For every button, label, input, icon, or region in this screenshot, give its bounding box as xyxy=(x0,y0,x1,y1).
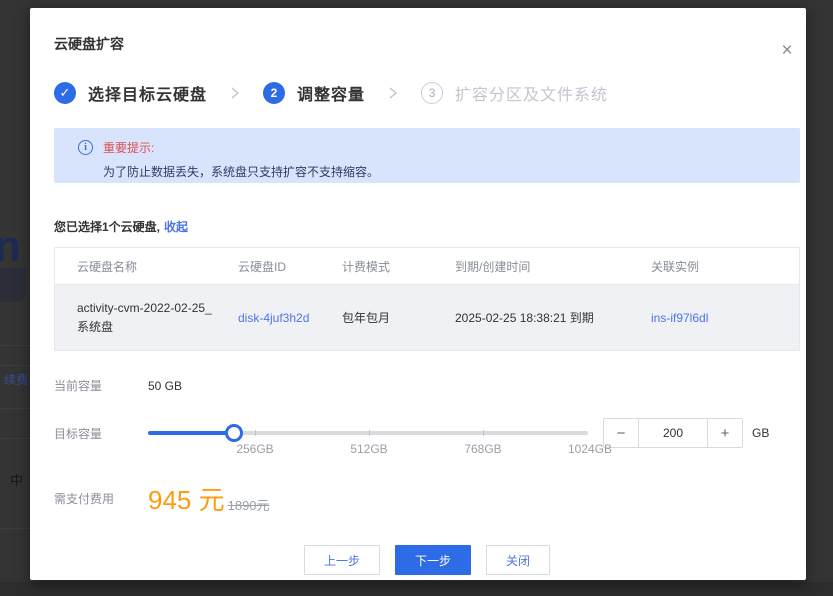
dialog-title: 云硬盘扩容 xyxy=(54,34,800,54)
billing-mode-cell: 包年包月 xyxy=(342,309,455,326)
payment-amount: 945 元 xyxy=(148,480,225,517)
current-capacity-label: 当前容量 xyxy=(54,377,148,394)
close-icon[interactable]: × xyxy=(776,40,798,62)
column-header-disk-id: 云硬盘ID xyxy=(238,258,342,275)
step-label: 调整容量 xyxy=(297,81,365,105)
payment-original-price: 1890元 xyxy=(228,495,270,517)
slider-notch xyxy=(369,430,370,436)
column-header-instance: 关联实例 xyxy=(651,258,799,275)
disk-id-cell: disk-4juf3h2d xyxy=(238,311,342,325)
step-label: 选择目标云硬盘 xyxy=(88,81,207,105)
target-capacity-row: 目标容量 256GB 512GB 768GB 1024GB − + GB xyxy=(54,418,800,448)
prev-step-button[interactable]: 上一步 xyxy=(304,545,380,575)
disk-expand-dialog: 云硬盘扩容 × ✓ 选择目标云硬盘 2 调整容量 3 扩容分区及文件系统 i 重… xyxy=(30,8,806,580)
dialog-footer: 上一步 下一步 关闭 xyxy=(54,545,800,575)
background-divider xyxy=(0,345,30,346)
background-card-fragment xyxy=(0,268,26,302)
info-icon: i xyxy=(78,140,93,155)
background-divider xyxy=(0,408,30,409)
slider-notch xyxy=(255,430,256,436)
current-capacity-value: 50 GB xyxy=(148,379,182,393)
instance-link[interactable]: ins-if97l6dl xyxy=(651,311,708,325)
notice-body: 为了防止数据丢失，系统盘只支持扩容不支持缩容。 xyxy=(103,163,379,180)
current-capacity-row: 当前容量 50 GB xyxy=(54,377,800,394)
step-number-badge: 3 xyxy=(421,82,443,104)
capacity-slider[interactable]: 256GB 512GB 768GB 1024GB xyxy=(148,418,588,448)
step-select-target-disk[interactable]: ✓ 选择目标云硬盘 xyxy=(54,81,207,105)
background-renew-link-fragment: 续费 xyxy=(4,371,30,388)
increase-button[interactable]: + xyxy=(708,419,742,447)
capacity-stepper: − + xyxy=(603,418,743,448)
table-row[interactable]: activity-cvm-2022-02-25_系统盘 disk-4juf3h2… xyxy=(55,284,799,350)
collapse-link[interactable]: 收起 xyxy=(164,220,188,234)
target-capacity-label: 目标容量 xyxy=(54,425,148,442)
slider-fill xyxy=(148,431,234,435)
selection-summary: 您已选择1个云硬盘, 收起 xyxy=(54,218,800,235)
step-label: 扩容分区及文件系统 xyxy=(455,81,608,105)
chevron-right-icon xyxy=(231,87,239,99)
disk-id-link[interactable]: disk-4juf3h2d xyxy=(238,311,309,325)
step-number-badge: 2 xyxy=(263,82,285,104)
background-divider xyxy=(0,365,30,366)
table-header-row: 云硬盘名称 云硬盘ID 计费模式 到期/创建时间 关联实例 xyxy=(55,248,799,284)
notice-title: 重要提示: xyxy=(103,139,379,156)
background-divider xyxy=(0,528,30,529)
column-header-disk-name: 云硬盘名称 xyxy=(55,258,238,275)
step-done-check-icon: ✓ xyxy=(54,82,76,104)
background-logo-fragment: n xyxy=(0,222,21,272)
slider-tick-label: 512GB xyxy=(350,442,387,456)
instance-cell: ins-if97l6dl xyxy=(651,311,799,325)
step-expand-partition: 3 扩容分区及文件系统 xyxy=(421,81,608,105)
close-button[interactable]: 关闭 xyxy=(486,545,550,575)
expire-time-cell: 2025-02-25 18:38:21 到期 xyxy=(455,309,651,326)
chevron-right-icon xyxy=(389,87,397,99)
slider-tick-label: 1024GB xyxy=(568,442,612,456)
next-step-button[interactable]: 下一步 xyxy=(395,545,471,575)
important-notice-banner: i 重要提示: 为了防止数据丢失，系统盘只支持扩容不支持缩容。 xyxy=(54,128,800,183)
background-divider xyxy=(0,438,30,439)
payment-row: 需支付费用 945 元 1890元 xyxy=(54,480,800,517)
background-status-fragment: 中 xyxy=(10,470,23,489)
step-adjust-capacity[interactable]: 2 调整容量 xyxy=(263,81,365,105)
disk-table: 云硬盘名称 云硬盘ID 计费模式 到期/创建时间 关联实例 activity-c… xyxy=(54,247,800,351)
target-capacity-input[interactable] xyxy=(638,419,708,447)
slider-notch xyxy=(483,430,484,436)
wizard-steps: ✓ 选择目标云硬盘 2 调整容量 3 扩容分区及文件系统 xyxy=(54,81,800,105)
slider-tick-label: 768GB xyxy=(464,442,501,456)
disk-name-cell: activity-cvm-2022-02-25_系统盘 xyxy=(55,299,230,337)
background-bottom-bar xyxy=(0,582,833,596)
slider-tick-label: 256GB xyxy=(236,442,273,456)
capacity-unit-label: GB xyxy=(752,426,769,440)
column-header-expire-time: 到期/创建时间 xyxy=(455,258,651,275)
selection-text: 您已选择1个云硬盘, xyxy=(54,220,160,234)
column-header-billing-mode: 计费模式 xyxy=(342,258,455,275)
payment-label: 需支付费用 xyxy=(54,490,148,507)
slider-thumb[interactable] xyxy=(225,424,243,442)
